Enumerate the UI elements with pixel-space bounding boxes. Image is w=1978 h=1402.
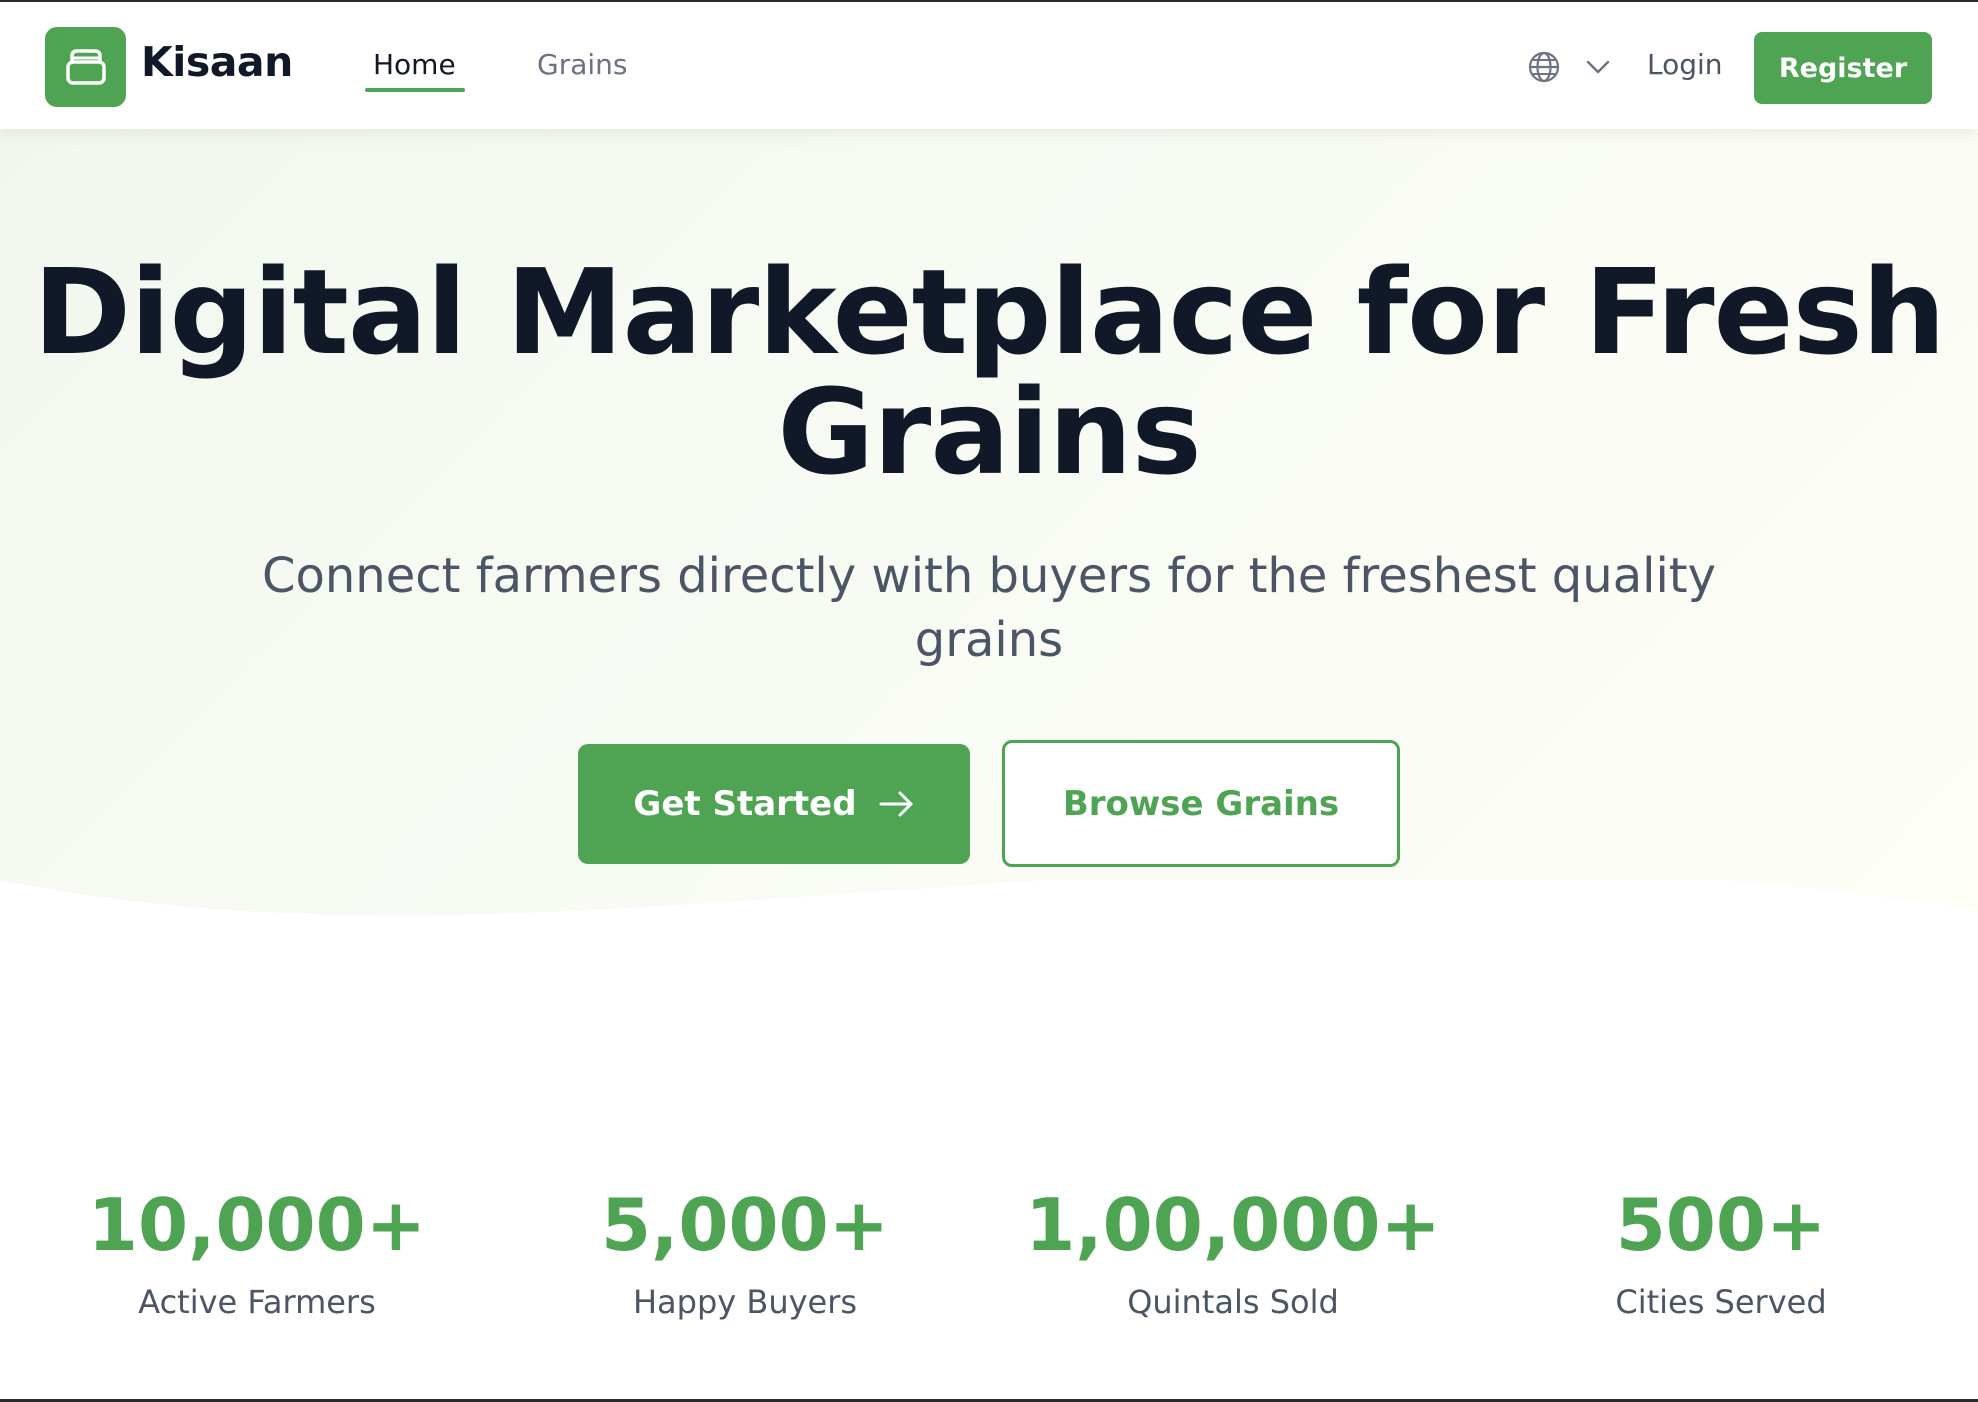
stat-label: Happy Buyers	[632, 1283, 858, 1321]
stat-label: Cities Served	[1615, 1283, 1827, 1321]
stat-happy-buyers: 5,000+ Happy Buyers	[535, 1185, 955, 1321]
hero-title: Digital Marketplace for Fresh Grains	[0, 252, 1978, 492]
stat-value: 500+	[1615, 1183, 1827, 1267]
stat-active-farmers: 10,000+ Active Farmers	[47, 1185, 467, 1321]
get-started-button[interactable]: Get Started	[578, 744, 970, 864]
browse-grains-button[interactable]: Browse Grains	[1002, 740, 1400, 867]
hero-subtitle: Connect farmers directly with buyers for…	[230, 544, 1748, 672]
login-link[interactable]: Login	[1647, 48, 1723, 81]
stat-value: 5,000+	[600, 1183, 890, 1267]
grain-box-icon	[65, 49, 106, 85]
page: Kisaan Home Grains Login Register Digita…	[0, 0, 1978, 1402]
stat-label: Active Farmers	[138, 1283, 376, 1321]
hero-title-line-1: Digital Marketplace for Fresh	[33, 243, 1946, 381]
register-button[interactable]: Register	[1754, 32, 1932, 104]
brand-name[interactable]: Kisaan	[141, 38, 293, 86]
hero-wave-divider	[0, 880, 1978, 1060]
stat-cities-served: 500+ Cities Served	[1511, 1185, 1931, 1321]
chevron-down-icon[interactable]	[1586, 59, 1610, 75]
navbar: Kisaan Home Grains Login Register	[0, 0, 1978, 129]
stat-quintals-sold: 1,00,000+ Quintals Sold	[1023, 1185, 1443, 1321]
nav-link-home[interactable]: Home	[373, 48, 456, 81]
active-nav-indicator	[365, 88, 465, 92]
hero-subtitle-line-2: grains	[914, 612, 1064, 668]
globe-icon[interactable]	[1527, 50, 1561, 84]
get-started-label: Get Started	[633, 784, 857, 824]
stat-value: 1,00,000+	[1025, 1183, 1441, 1267]
stat-value: 10,000+	[87, 1183, 427, 1267]
nav-link-grains[interactable]: Grains	[537, 48, 627, 81]
stat-label: Quintals Sold	[1127, 1283, 1339, 1321]
hero-title-line-2: Grains	[777, 363, 1201, 501]
logo[interactable]	[45, 27, 126, 107]
arrow-right-icon	[879, 791, 913, 817]
hero-subtitle-line-1: Connect farmers directly with buyers for…	[261, 548, 1716, 604]
